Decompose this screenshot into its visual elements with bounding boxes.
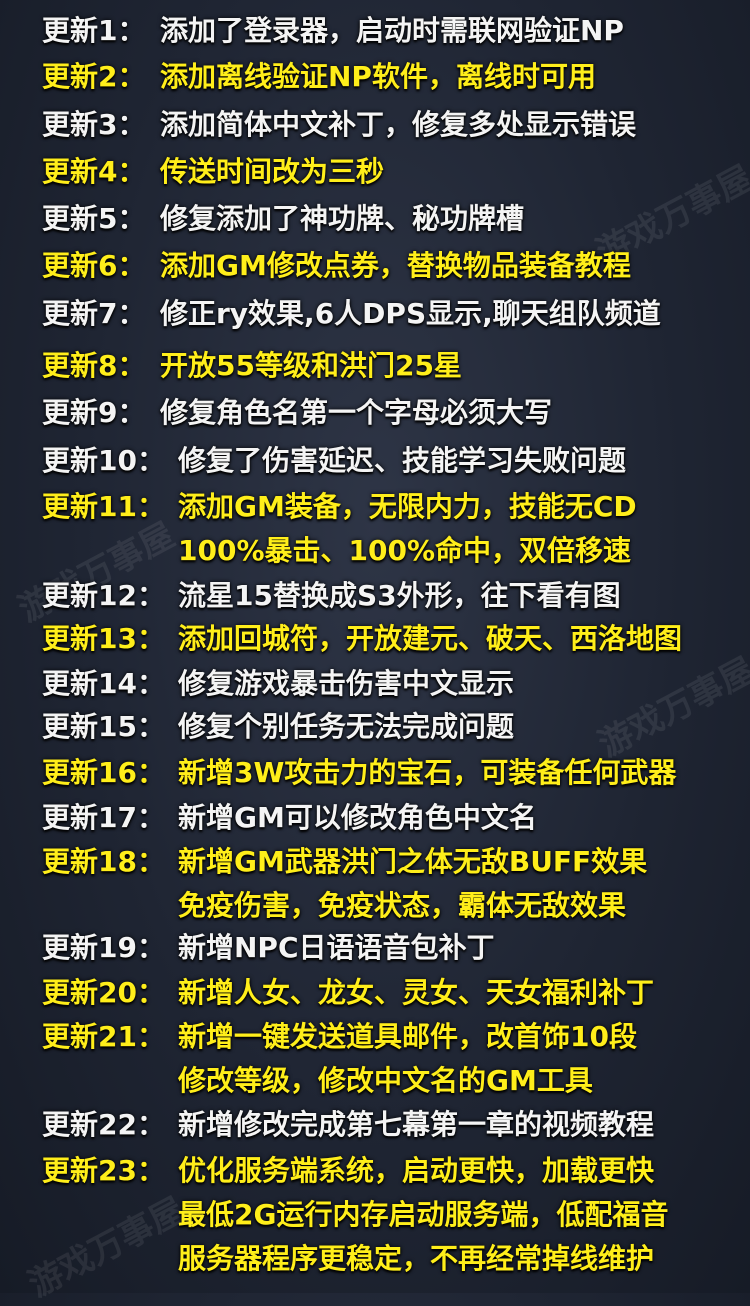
update-text: 新增GM可以修改角色中文名 (178, 801, 537, 834)
update-label: 更新11： (42, 490, 165, 523)
update-label: 更新18： (42, 845, 165, 878)
update-text: 新增人女、龙女、灵女、天女福利补丁 (178, 976, 655, 1009)
update-text: 修复游戏暴击伤害中文显示 (178, 667, 515, 700)
update-label: 更新14： (42, 667, 165, 700)
update-text: 开放55等级和洪门25星 (160, 349, 462, 382)
update-label: 更新17： (42, 801, 165, 834)
update-text: 添加回城符，开放建元、破天、西洛地图 (178, 622, 683, 655)
update-label: 更新4： (42, 155, 146, 188)
update-text: 修复个别任务无法完成问题 (178, 710, 515, 743)
update-text: 最低2G运行内存启动服务端，低配福音 (178, 1198, 669, 1231)
update-text: 添加了登录器，启动时需联网验证NP (160, 14, 624, 47)
update-text: 添加GM修改点券，替换物品装备教程 (160, 249, 631, 282)
update-text: 新增3W攻击力的宝石，可装备任何武器 (178, 756, 677, 789)
update-label: 更新19： (42, 931, 165, 964)
update-label: 更新7： (42, 297, 146, 330)
update-text: 优化服务端系统，启动更快，加载更快 (178, 1154, 655, 1187)
update-text: 传送时间改为三秒 (160, 155, 385, 188)
update-text: 100%暴击、100%命中，双倍移速 (178, 534, 632, 567)
update-label: 更新6： (42, 249, 146, 282)
update-label: 更新8： (42, 349, 146, 382)
update-label: 更新3： (42, 108, 146, 141)
update-text: 流星15替换成S3外形，往下看有图 (178, 579, 621, 612)
update-label: 更新21： (42, 1020, 165, 1053)
update-text: 修复角色名第一个字母必须大写 (160, 396, 553, 429)
update-text: 添加GM装备，无限内力，技能无CD (178, 490, 637, 523)
update-text: 修正ry效果,6人DPS显示,聊天组队频道 (160, 297, 661, 330)
update-text: 新增修改完成第七幕第一章的视频教程 (178, 1108, 655, 1141)
update-text: 新增一键发送道具邮件，改首饰10段 (178, 1020, 637, 1053)
update-text: 修复了伤害延迟、技能学习失败问题 (178, 444, 627, 477)
update-label: 更新22： (42, 1108, 165, 1141)
update-text: 免疫伤害，免疫状态，霸体无敌效果 (178, 889, 627, 922)
update-label: 更新15： (42, 710, 165, 743)
update-label: 更新10： (42, 444, 165, 477)
update-text: 添加简体中文补丁，修复多处显示错误 (160, 108, 637, 141)
update-text: 新增NPC日语语音包补丁 (178, 931, 495, 964)
update-label: 更新20： (42, 976, 165, 1009)
update-label: 更新16： (42, 756, 165, 789)
update-label: 更新12： (42, 579, 165, 612)
update-text: 添加离线验证NP软件，离线时可用 (160, 60, 596, 93)
update-text: 新增GM武器洪门之体无敌BUFF效果 (178, 845, 648, 878)
update-label: 更新1： (42, 14, 146, 47)
watermark: 游戏万事屋 (22, 1190, 192, 1306)
update-label: 更新23： (42, 1154, 165, 1187)
update-text: 修复添加了神功牌、秘功牌槽 (160, 202, 525, 235)
update-text: 修改等级，修改中文名的GM工具 (178, 1064, 593, 1097)
update-label: 更新2： (42, 60, 146, 93)
update-label: 更新13： (42, 622, 165, 655)
update-label: 更新9： (42, 396, 146, 429)
update-text: 服务器程序更稳定，不再经常掉线维护 (178, 1242, 655, 1275)
update-label: 更新5： (42, 202, 146, 235)
watermark: 游戏万事屋 (592, 650, 750, 766)
